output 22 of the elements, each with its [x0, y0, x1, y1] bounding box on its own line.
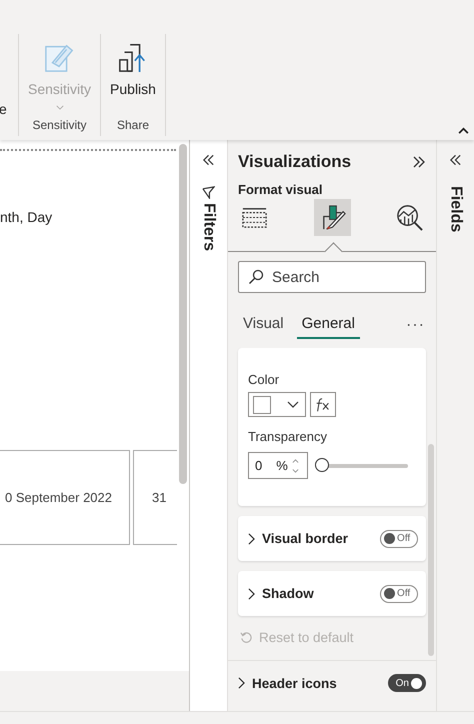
pane-title: Visualizations — [238, 152, 352, 172]
date-card: 0 September 2022 — [0, 450, 130, 545]
toggle-switch[interactable]: Off — [380, 584, 418, 602]
publish-button[interactable]: Publish — [107, 34, 159, 118]
group-label: Share — [116, 118, 149, 134]
format-tab[interactable]: General — [296, 311, 360, 339]
date-card: 31 — [133, 450, 178, 545]
fields-pane-title[interactable]: Fields — [446, 186, 464, 232]
group-label: Sensitivity — [32, 118, 87, 134]
transparency-field[interactable]: 0 % — [248, 452, 308, 479]
format-tab[interactable]: Visual — [238, 311, 289, 339]
section-header[interactable]: Shadow — [248, 586, 314, 601]
field-label: Color — [248, 372, 280, 387]
toggle-switch[interactable]: Off — [380, 530, 418, 548]
pane-subtitle: Format visual — [238, 182, 324, 197]
toggle-switch[interactable]: On — [388, 674, 426, 692]
section-header[interactable]: Header icons — [238, 676, 337, 690]
section-header[interactable]: Visual border — [248, 531, 348, 546]
visual-subtitle: nth, Day — [0, 209, 54, 225]
field-label: Transparency — [248, 429, 328, 444]
search-field[interactable]: Search — [238, 261, 426, 293]
filters-pane-title[interactable]: Filters — [200, 203, 218, 252]
